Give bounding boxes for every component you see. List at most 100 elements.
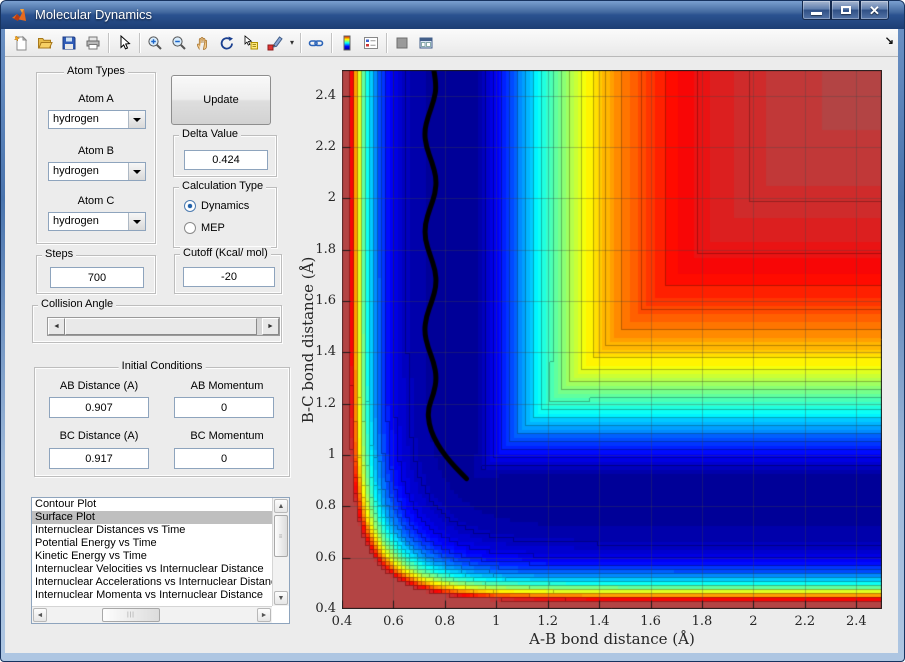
rotate-3d-button[interactable] [215, 31, 239, 55]
save-button[interactable] [57, 31, 81, 55]
show-plot-tools-button[interactable] [414, 31, 438, 55]
atom-a-combobox[interactable]: hydrogen [48, 110, 146, 129]
app-window: Molecular Dynamics ✕ [0, 0, 905, 662]
legend-icon [363, 35, 379, 51]
scroll-down-icon[interactable]: ▼ [274, 591, 288, 605]
plot-area: A-B bond distance (Å) B-C bond distance … [342, 70, 882, 609]
ab-momentum-label: AB Momentum [163, 380, 291, 392]
cutoff-panel: Cutoff (Kcal/ mol) -20 [174, 254, 282, 294]
y-tick-label: 1.4 [296, 344, 336, 359]
list-item[interactable]: Internuclear Velocities vs Internuclear … [32, 563, 272, 576]
zoom-in-button[interactable] [143, 31, 167, 55]
slider-thumb[interactable] [65, 318, 257, 335]
atom-a-label: Atom A [37, 93, 155, 105]
radio-dynamics[interactable]: Dynamics [184, 200, 249, 212]
vertical-scrollbar[interactable]: ▲ ≡ ▼ [272, 498, 289, 606]
scroll-up-icon[interactable]: ▲ [274, 499, 288, 513]
list-item[interactable]: Contour Plot [32, 498, 272, 511]
data-cursor-icon [243, 35, 259, 51]
scroll-left-icon[interactable]: ◄ [33, 608, 47, 622]
toolbar-separator [108, 33, 109, 53]
toolbar-separator [139, 33, 140, 53]
y-tick-label: 1.8 [296, 242, 336, 257]
pan-button[interactable] [191, 31, 215, 55]
edit-plot-button[interactable] [112, 31, 136, 55]
chevron-down-icon[interactable] [128, 163, 145, 180]
link-plot-button[interactable] [304, 31, 328, 55]
atom-types-panel: Atom Types Atom A hydrogen Atom B hydrog… [36, 72, 156, 244]
list-item[interactable]: Kinetic Energy vs Time [32, 550, 272, 563]
radio-mep[interactable]: MEP [184, 222, 225, 234]
ab-distance-field[interactable]: 0.907 [49, 397, 149, 418]
brush-button[interactable] [263, 31, 287, 55]
update-button[interactable]: Update [171, 75, 271, 125]
client-area: ▾ [5, 29, 898, 653]
x-tick-label: 0.6 [373, 614, 413, 629]
initial-conditions-legend: Initial Conditions [119, 360, 206, 372]
atom-c-combobox[interactable]: hydrogen [48, 212, 146, 231]
new-file-icon [13, 35, 29, 51]
ab-distance-label: AB Distance (A) [35, 380, 163, 392]
toolbar-overflow-arrow[interactable]: ↘ [885, 34, 894, 47]
y-tick-label: 1.2 [296, 396, 336, 411]
x-tick-label: 2.4 [836, 614, 876, 629]
atom-c-value: hydrogen [53, 215, 99, 227]
list-item[interactable]: Surface Plot [32, 511, 272, 524]
toolbar-separator [331, 33, 332, 53]
listbox-items: Contour PlotSurface PlotInternuclear Dis… [32, 498, 272, 606]
data-cursor-button[interactable] [239, 31, 263, 55]
x-axis-label: A-B bond distance (Å) [342, 630, 882, 648]
maximize-button[interactable] [831, 1, 860, 20]
colorbar-icon [339, 35, 355, 51]
initial-conditions-panel: Initial Conditions AB Distance (A) AB Mo… [34, 367, 290, 477]
open-file-button[interactable] [33, 31, 57, 55]
list-item[interactable]: Internuclear Accelerations vs Internucle… [32, 576, 272, 589]
steps-field[interactable]: 700 [50, 267, 144, 288]
x-tick-label: 1.2 [528, 614, 568, 629]
vertical-scroll-thumb[interactable]: ≡ [274, 515, 288, 557]
brush-dropdown-caret[interactable]: ▾ [287, 31, 297, 55]
collision-angle-slider[interactable]: ◄ ► [47, 317, 280, 336]
plot-type-listbox[interactable]: Contour PlotSurface PlotInternuclear Dis… [31, 497, 290, 624]
new-file-button[interactable] [9, 31, 33, 55]
insert-colorbar-button[interactable] [335, 31, 359, 55]
figure-area: Atom Types Atom A hydrogen Atom B hydrog… [5, 58, 898, 653]
radio-button-icon [184, 222, 196, 234]
print-button[interactable] [81, 31, 105, 55]
horizontal-scrollbar[interactable]: ◄ ||| ► [32, 606, 272, 623]
minimize-button[interactable] [802, 1, 831, 20]
chevron-down-icon[interactable] [128, 213, 145, 230]
zoom-out-button[interactable] [167, 31, 191, 55]
steps-legend: Steps [42, 248, 76, 260]
scroll-right-icon[interactable]: ► [257, 608, 271, 622]
list-item[interactable]: Internuclear Distances vs Time [32, 524, 272, 537]
close-button[interactable]: ✕ [860, 1, 889, 20]
x-tick-label: 2.2 [785, 614, 825, 629]
slider-right-arrow[interactable]: ► [262, 318, 279, 335]
chevron-down-icon[interactable] [128, 111, 145, 128]
bc-distance-label: BC Distance (A) [35, 430, 163, 442]
atom-b-combobox[interactable]: hydrogen [48, 162, 146, 181]
minimize-icon [811, 12, 822, 15]
x-tick-label: 0.8 [425, 614, 465, 629]
potential-surface-canvas[interactable] [342, 70, 882, 609]
y-tick-label: 2.2 [296, 139, 336, 154]
y-tick-label: 0.6 [296, 550, 336, 565]
delta-value-field[interactable]: 0.424 [184, 150, 268, 170]
slider-left-arrow[interactable]: ◄ [48, 318, 65, 335]
printer-icon [85, 35, 101, 51]
link-icon [308, 35, 324, 51]
x-tick-label: 2 [733, 614, 773, 629]
ab-momentum-field[interactable]: 0 [174, 397, 274, 418]
atom-c-label: Atom C [37, 195, 155, 207]
save-floppy-icon [61, 35, 77, 51]
horizontal-scroll-thumb[interactable]: ||| [102, 608, 160, 622]
hide-plot-tools-button[interactable] [390, 31, 414, 55]
list-item[interactable]: Internuclear Momenta vs Internuclear Dis… [32, 589, 272, 602]
insert-legend-button[interactable] [359, 31, 383, 55]
atom-a-value: hydrogen [53, 113, 99, 125]
cutoff-field[interactable]: -20 [183, 267, 275, 287]
bc-distance-field[interactable]: 0.917 [49, 448, 149, 469]
list-item[interactable]: Potential Energy vs Time [32, 537, 272, 550]
bc-momentum-field[interactable]: 0 [174, 448, 274, 469]
